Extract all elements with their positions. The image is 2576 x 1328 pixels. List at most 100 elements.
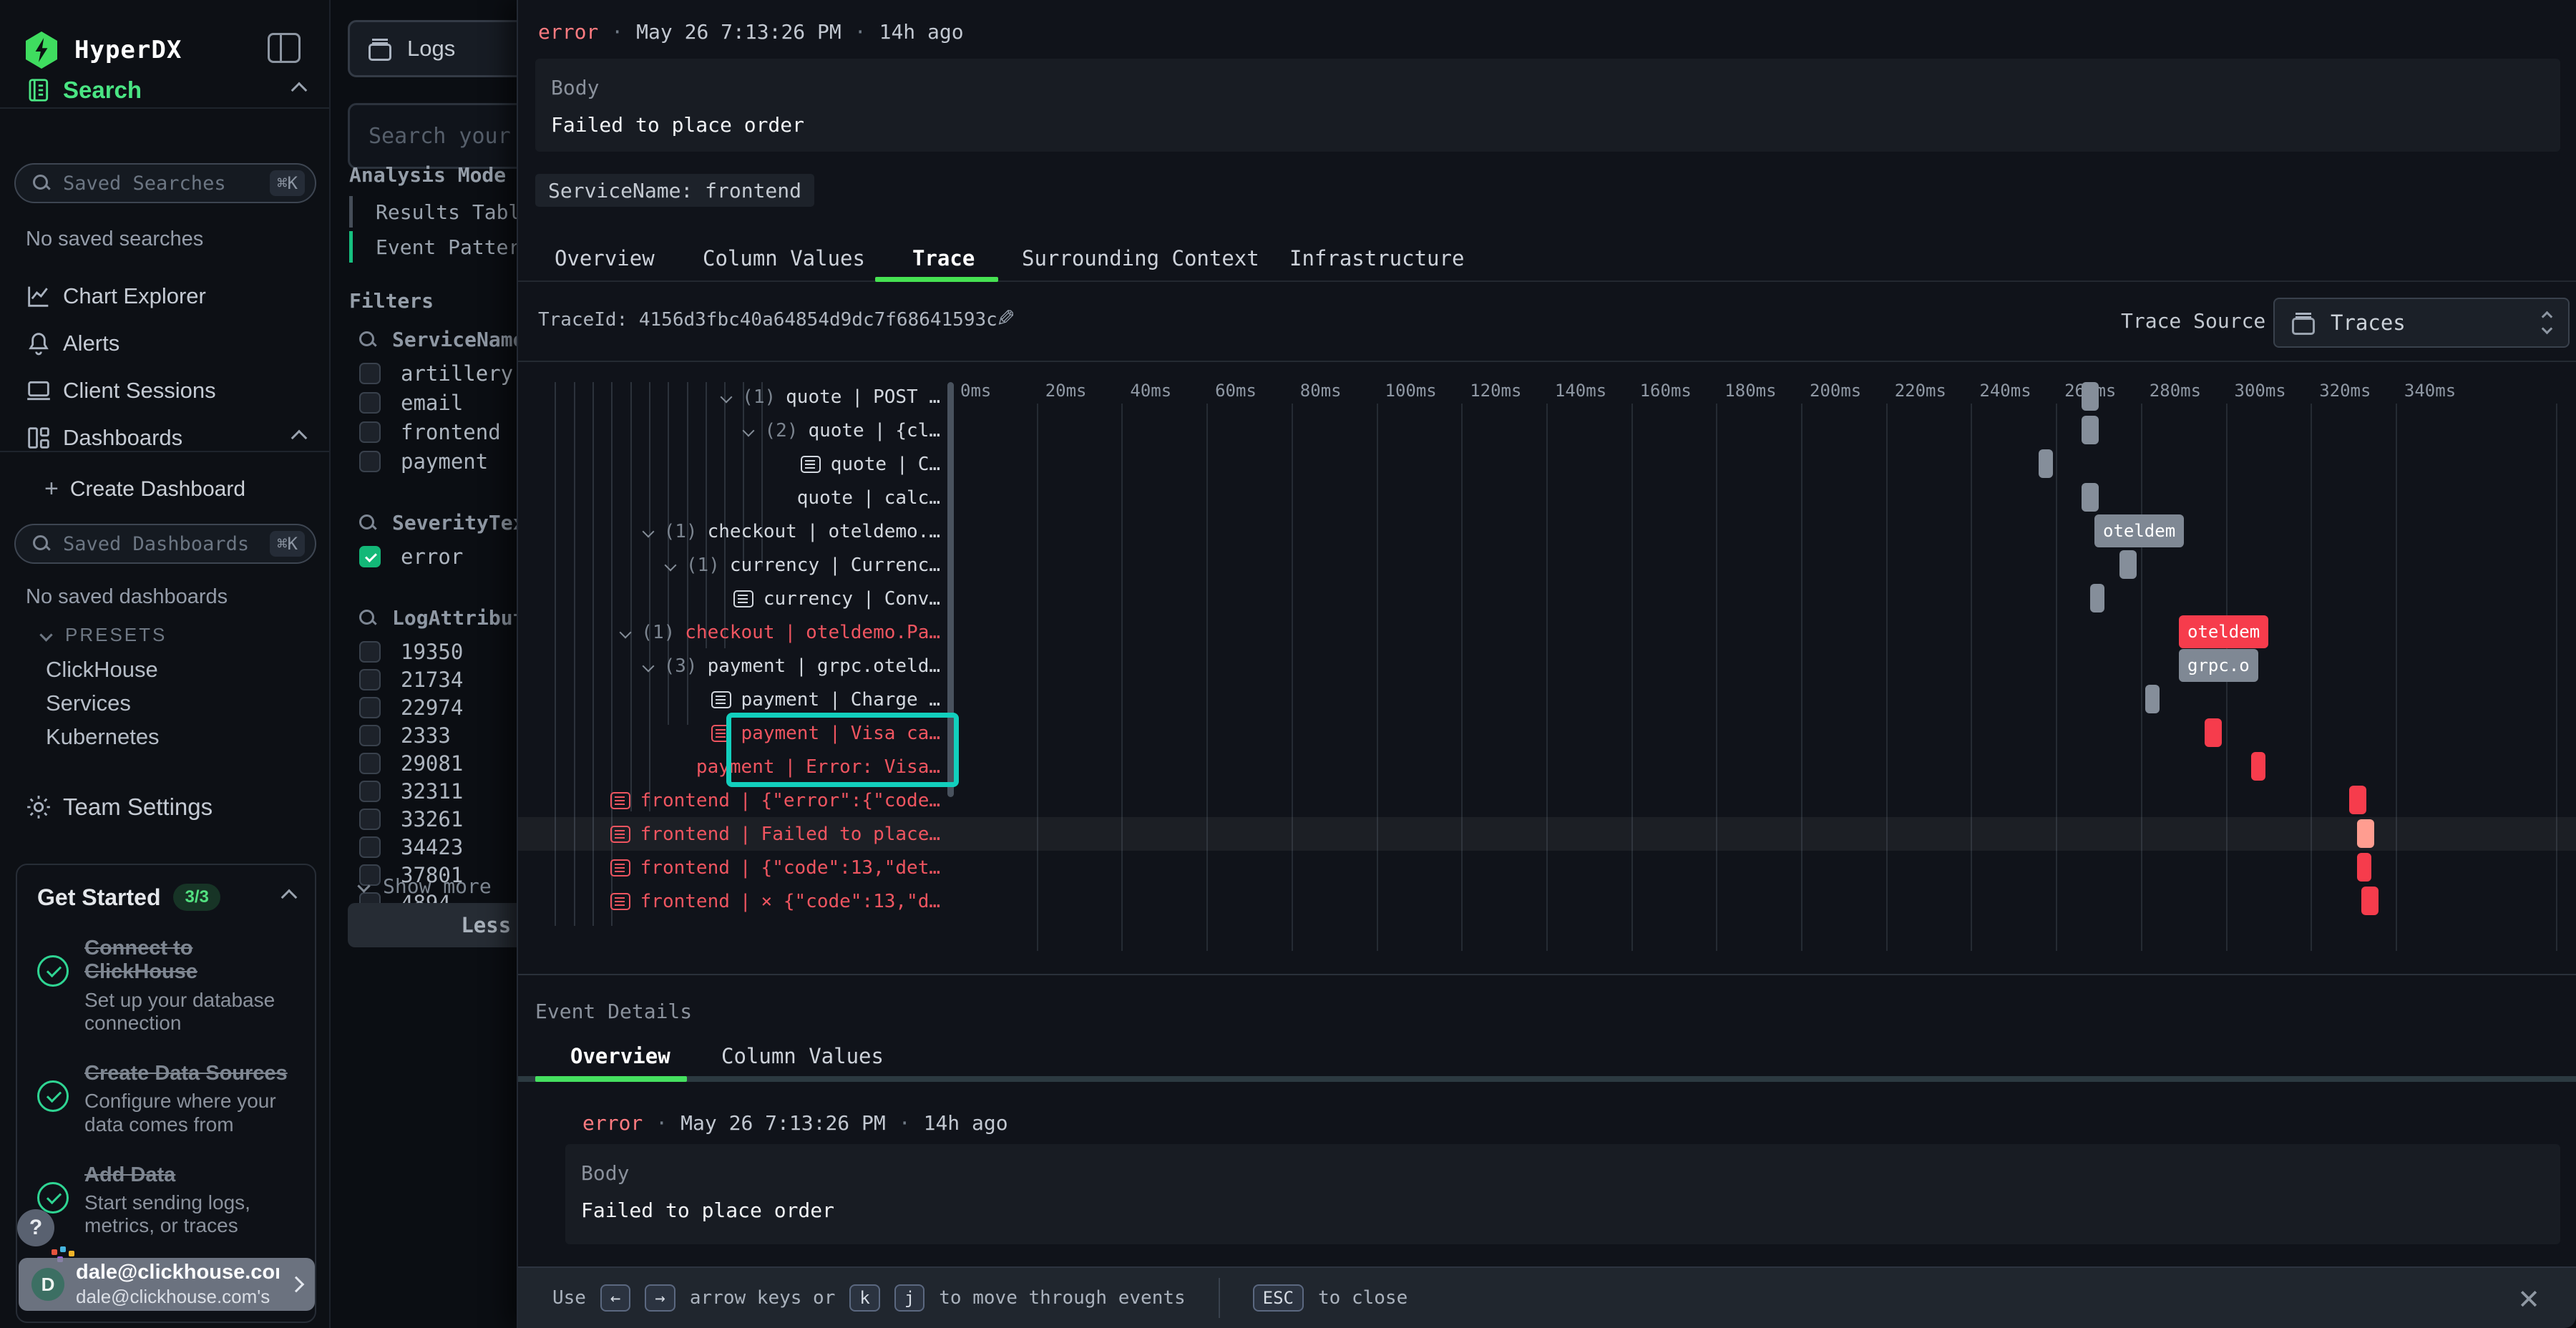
filter-option-frontend[interactable]: frontend: [359, 418, 501, 446]
filter-option-22974[interactable]: 22974: [359, 693, 463, 722]
create-dashboard-button[interactable]: + Create Dashboard: [44, 475, 245, 503]
user-menu[interactable]: D dale@clickhouse.com dale@clickhouse.co…: [19, 1258, 315, 1311]
edit-icon[interactable]: ✎: [996, 305, 1015, 332]
preset-item-services[interactable]: Services: [46, 690, 131, 716]
sidebar-item-client-sessions[interactable]: Client Sessions: [0, 372, 331, 409]
span-row[interactable]: frontend|{"code":13,"det…: [518, 851, 2576, 884]
search-icon[interactable]: [359, 610, 376, 627]
span-row[interactable]: currency|Conv…: [518, 582, 2576, 615]
sidebar-item-search[interactable]: Search: [0, 72, 331, 109]
span-bar-badge[interactable]: oteldem: [2094, 514, 2184, 547]
span-row[interactable]: quote|calc…: [518, 481, 2576, 514]
tab-trace[interactable]: Trace: [912, 246, 975, 270]
span-bar[interactable]: [2119, 550, 2137, 579]
span-row[interactable]: (1)checkout|oteldemo.… oteldem: [518, 514, 2576, 548]
span-row[interactable]: payment|Charge …: [518, 683, 2576, 716]
span-bar-badge[interactable]: grpc.o: [2179, 649, 2258, 682]
span-bar-badge[interactable]: oteldem: [2179, 615, 2268, 648]
search-icon[interactable]: [359, 331, 376, 348]
preset-item-clickhouse[interactable]: ClickHouse: [46, 657, 158, 683]
span-label[interactable]: quote|calc…: [518, 481, 947, 514]
span-label[interactable]: frontend|{"error":{"code…: [518, 783, 947, 817]
analysis-mode-results-table[interactable]: Results Table: [349, 195, 532, 229]
filter-option-33261[interactable]: 33261: [359, 805, 463, 834]
span-label[interactable]: currency|Conv…: [518, 582, 947, 615]
span-bar[interactable]: [2082, 416, 2099, 444]
close-icon[interactable]: ✕: [2517, 1284, 2540, 1315]
checkbox[interactable]: [359, 753, 381, 774]
service-name-chip[interactable]: ServiceName: frontend: [535, 174, 814, 207]
filter-option-email[interactable]: email: [359, 389, 463, 417]
presets-toggle[interactable]: PRESETS: [42, 624, 167, 646]
span-label[interactable]: frontend|Failed to place…: [518, 817, 947, 851]
chevron-down-icon[interactable]: [664, 559, 676, 571]
tab-surrounding-context[interactable]: Surrounding Context: [1022, 246, 1259, 270]
chevron-down-icon[interactable]: [642, 525, 654, 537]
span-bar[interactable]: [2251, 752, 2265, 781]
span-label[interactable]: frontend|{"code":13,"det…: [518, 851, 947, 884]
event-details-tab-overview[interactable]: Overview: [570, 1044, 670, 1068]
checkbox[interactable]: [359, 421, 381, 443]
span-bar[interactable]: [2090, 584, 2104, 612]
chevron-down-icon[interactable]: [642, 660, 654, 672]
filter-option-32311[interactable]: 32311: [359, 777, 463, 806]
span-label[interactable]: (2)quote|{cl…: [518, 414, 947, 447]
span-label[interactable]: (1)quote|POST …: [518, 380, 947, 414]
sidebar-collapse-icon[interactable]: [268, 33, 301, 63]
search-icon[interactable]: [359, 514, 376, 532]
chevron-down-icon[interactable]: [721, 391, 733, 403]
span-row[interactable]: (1)currency|Currenc…: [518, 548, 2576, 582]
span-label[interactable]: frontend|× {"code":13,"d…: [518, 884, 947, 918]
saved-dashboards-input[interactable]: Saved Dashboards ⌘K: [14, 524, 316, 564]
filter-option-29081[interactable]: 29081: [359, 749, 463, 778]
saved-searches-input[interactable]: Saved Searches ⌘K: [14, 163, 316, 203]
span-bar[interactable]: [2039, 449, 2053, 478]
filter-option-error[interactable]: error: [359, 542, 463, 571]
event-details-tab-column-values[interactable]: Column Values: [721, 1044, 884, 1068]
trace-source-select[interactable]: Traces: [2273, 298, 2570, 348]
span-bar[interactable]: [2082, 483, 2099, 512]
span-bar[interactable]: [2361, 887, 2379, 915]
sidebar-item-alerts[interactable]: Alerts: [0, 325, 331, 362]
sidebar-item-team-settings[interactable]: Team Settings: [0, 788, 331, 826]
tab-overview[interactable]: Overview: [555, 246, 655, 270]
analysis-mode-event-patterns[interactable]: Event Patterns: [349, 230, 545, 264]
chevron-down-icon[interactable]: [620, 626, 632, 638]
span-row[interactable]: quote|C…: [518, 447, 2576, 481]
checkbox[interactable]: [359, 697, 381, 718]
span-row[interactable]: (1)checkout|oteldemo.Pa… oteldem: [518, 615, 2576, 649]
span-bar[interactable]: [2145, 685, 2160, 713]
checkbox[interactable]: [359, 392, 381, 414]
span-bar[interactable]: [2205, 718, 2222, 747]
span-label[interactable]: (1)checkout|oteldemo.…: [518, 514, 947, 548]
span-label[interactable]: (3)payment|grpc.oteld…: [518, 649, 947, 683]
checkbox[interactable]: [359, 641, 381, 663]
span-bar[interactable]: [2357, 819, 2374, 848]
filter-option-21734[interactable]: 21734: [359, 665, 463, 694]
span-row[interactable]: frontend|× {"code":13,"d…: [518, 884, 2576, 918]
show-more-toggle[interactable]: Show more: [359, 874, 492, 898]
filter-option-19350[interactable]: 19350: [359, 638, 463, 666]
span-label[interactable]: payment|Charge …: [518, 683, 947, 716]
filter-option-34423[interactable]: 34423: [359, 833, 463, 861]
preset-item-kubernetes[interactable]: Kubernetes: [46, 724, 160, 750]
span-label[interactable]: (1)checkout|oteldemo.Pa…: [518, 615, 947, 649]
span-row[interactable]: frontend|Failed to place…: [518, 817, 2576, 851]
checkbox[interactable]: [359, 669, 381, 690]
span-bar[interactable]: [2349, 786, 2366, 814]
trace-waterfall-chart[interactable]: 0ms20ms40ms60ms80ms100ms120ms140ms160ms1…: [518, 362, 2576, 975]
span-bar[interactable]: [2357, 853, 2371, 882]
checkbox[interactable]: [359, 781, 381, 802]
checkbox[interactable]: [359, 725, 381, 746]
span-row[interactable]: (3)payment|grpc.oteld… grpc.o: [518, 649, 2576, 683]
chevron-up-icon[interactable]: [281, 889, 298, 906]
span-label[interactable]: quote|C…: [518, 447, 947, 481]
span-row[interactable]: frontend|{"error":{"code…: [518, 783, 2576, 817]
span-row[interactable]: (1)quote|POST …: [518, 380, 2576, 414]
span-row[interactable]: (2)quote|{cl…: [518, 414, 2576, 447]
chevron-down-icon[interactable]: [743, 424, 755, 436]
span-bar[interactable]: [2082, 382, 2099, 411]
checkbox[interactable]: [359, 809, 381, 830]
checkbox[interactable]: [359, 836, 381, 858]
help-button[interactable]: ?: [17, 1209, 54, 1246]
